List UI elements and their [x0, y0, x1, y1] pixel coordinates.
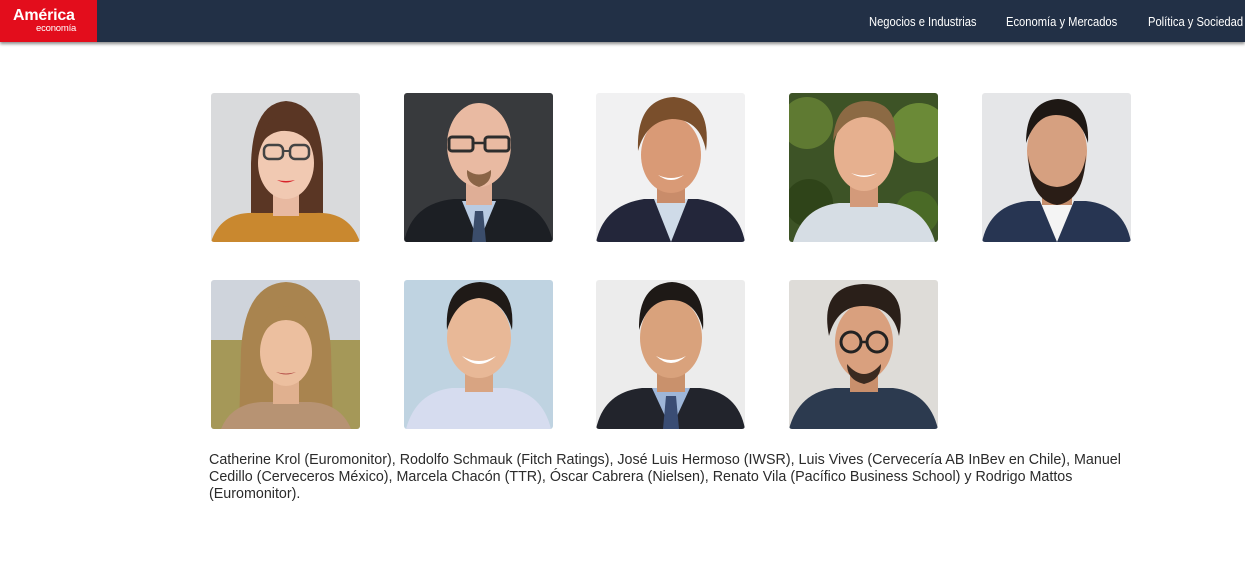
portrait-photo-5: [982, 93, 1131, 242]
top-navigation-bar: América economía Negocios e Industrias E…: [0, 0, 1245, 42]
nav-item-politica-y-sociedad[interactable]: Política y Sociedad: [1148, 14, 1243, 29]
nav-menu: Negocios e Industrias Economía y Mercado…: [869, 0, 1245, 42]
america-economia-logo[interactable]: América economía: [0, 0, 97, 42]
nav-item-economia-y-mercados[interactable]: Economía y Mercados: [1006, 14, 1117, 29]
portrait-photo-9: [789, 280, 938, 429]
portrait-photo-4: [789, 93, 938, 242]
portrait-photo-7: [404, 280, 553, 429]
logo-wordmark-bottom: economía: [36, 23, 77, 34]
photo-caption: Catherine Krol (Euromonitor), Rodolfo Sc…: [209, 452, 1121, 502]
portrait-photo-3: [596, 93, 745, 242]
nav-item-negocios-e-industrias[interactable]: Negocios e Industrias: [869, 14, 977, 29]
portrait-photo-6: [211, 280, 360, 429]
portrait-photo-1: [211, 93, 360, 242]
portrait-photo-8: [596, 280, 745, 429]
portrait-photo-2: [404, 93, 553, 242]
